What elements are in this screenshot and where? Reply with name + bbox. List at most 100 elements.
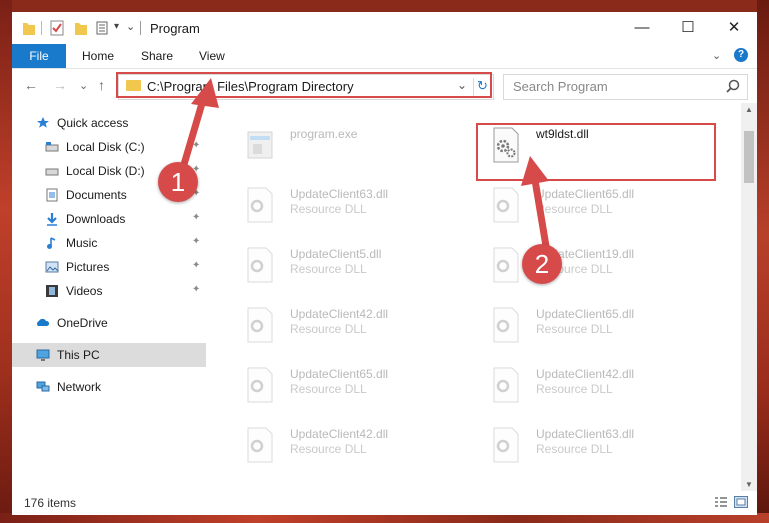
tab-file[interactable]: File bbox=[12, 44, 66, 68]
file-type: Resource DLL bbox=[290, 262, 367, 276]
file-type: Resource DLL bbox=[290, 202, 367, 216]
dll-icon bbox=[493, 367, 519, 403]
maximize-button[interactable]: ☐ bbox=[665, 12, 711, 44]
file-item[interactable]: UpdateClient63.dll Resource DLL bbox=[462, 423, 702, 481]
file-item[interactable]: UpdateClient5.dll Resource DLL bbox=[216, 243, 456, 301]
downloads-icon bbox=[47, 213, 57, 226]
close-button[interactable]: ✕ bbox=[711, 12, 757, 44]
documents-icon bbox=[46, 188, 58, 202]
new-folder-icon[interactable] bbox=[74, 20, 88, 36]
pin-icon[interactable]: ✦ bbox=[192, 284, 200, 295]
scroll-down-icon[interactable]: ▼ bbox=[745, 480, 753, 489]
sidebar-item-label: OneDrive bbox=[57, 316, 108, 330]
dll-icon bbox=[493, 187, 519, 223]
file-item[interactable]: UpdateClient65.dll Resource DLL bbox=[216, 363, 456, 421]
file-type: Resource DLL bbox=[290, 442, 367, 456]
file-item[interactable]: UpdateClient63.dll Resource DLL bbox=[216, 183, 456, 241]
file-highlight-box bbox=[476, 123, 716, 181]
help-icon[interactable]: ? bbox=[734, 48, 748, 62]
sidebar-item-pictures[interactable]: Pictures ✦ bbox=[12, 255, 206, 279]
expand-ribbon-icon[interactable]: ⌄ bbox=[712, 49, 721, 62]
search-icon[interactable] bbox=[725, 79, 741, 95]
cloud-icon bbox=[37, 318, 50, 326]
desktop-background-left bbox=[0, 0, 12, 523]
recent-locations-icon[interactable]: ⌄ bbox=[79, 79, 88, 92]
tab-view[interactable]: View bbox=[199, 44, 225, 68]
sidebar-item-label: Quick access bbox=[57, 116, 129, 130]
search-input[interactable]: Search Program bbox=[513, 79, 608, 94]
file-name: UpdateClient63.dll bbox=[536, 427, 635, 441]
file-name: UpdateClient42.dll bbox=[536, 367, 635, 381]
customize-qa-icon[interactable] bbox=[96, 20, 112, 36]
dll-icon bbox=[493, 427, 519, 463]
file-name: UpdateClient65.dll bbox=[536, 307, 635, 321]
sidebar-item-music[interactable]: Music ✦ bbox=[12, 231, 206, 255]
file-item[interactable]: UpdateClient42.dll Resource DLL bbox=[216, 423, 456, 481]
folder-icon[interactable] bbox=[22, 20, 36, 36]
qa-menu-icon[interactable]: ⌄ bbox=[126, 20, 135, 33]
dll-icon bbox=[247, 427, 273, 463]
search-box[interactable]: Search Program bbox=[503, 74, 748, 100]
sidebar-item-local-disk-c[interactable]: Local Disk (C:) ✦ bbox=[12, 135, 206, 159]
pin-icon[interactable]: ✦ bbox=[192, 140, 200, 151]
file-name: program.exe bbox=[290, 127, 358, 141]
title-bar: ▾ ⌄ Program — ☐ ✕ bbox=[12, 12, 757, 44]
file-name: UpdateClient5.dll bbox=[290, 247, 382, 261]
sidebar-item-onedrive[interactable]: OneDrive bbox=[12, 311, 206, 335]
pin-icon[interactable]: ✦ bbox=[192, 212, 200, 223]
sidebar-item-quick-access[interactable]: Quick access bbox=[12, 111, 206, 135]
dll-icon bbox=[247, 187, 273, 223]
file-type: Resource DLL bbox=[536, 322, 613, 336]
network-icon bbox=[36, 381, 50, 392]
scroll-up-icon[interactable]: ▲ bbox=[745, 105, 753, 114]
dll-icon bbox=[247, 307, 273, 343]
vertical-scrollbar[interactable]: ▲ ▼ bbox=[741, 103, 757, 491]
pin-icon[interactable]: ✦ bbox=[192, 260, 200, 271]
tab-share[interactable]: Share bbox=[141, 44, 173, 68]
status-bar: 176 items bbox=[12, 491, 757, 515]
file-item[interactable]: UpdateClient42.dll Resource DLL bbox=[462, 363, 702, 421]
dll-icon bbox=[493, 247, 519, 283]
file-type: Resource DLL bbox=[290, 382, 367, 396]
file-item-program-exe[interactable]: program.exe bbox=[216, 123, 456, 181]
file-list: program.exe wt9ldst.dll UpdateClient63.d… bbox=[206, 103, 741, 491]
file-explorer-window: ▾ ⌄ Program — ☐ ✕ File Home Share View ⌄… bbox=[12, 12, 757, 515]
sidebar-item-label: Music bbox=[66, 236, 98, 250]
sidebar-item-this-pc[interactable]: This PC bbox=[12, 343, 206, 367]
sidebar-item-label: Documents bbox=[66, 188, 127, 202]
scroll-thumb[interactable] bbox=[744, 131, 754, 183]
file-name: UpdateClient65.dll bbox=[536, 187, 635, 201]
up-arrow-icon[interactable]: ↑ bbox=[98, 77, 105, 93]
back-arrow-icon[interactable]: ← bbox=[24, 77, 38, 93]
file-item[interactable]: UpdateClient19.dll Resource DLL bbox=[462, 243, 702, 301]
sidebar-item-downloads[interactable]: Downloads ✦ bbox=[12, 207, 206, 231]
file-item[interactable]: UpdateClient65.dll Resource DLL bbox=[462, 303, 702, 361]
forward-arrow-icon[interactable]: → bbox=[53, 77, 67, 93]
sidebar-item-label: Network bbox=[57, 380, 102, 394]
pin-icon[interactable]: ✦ bbox=[192, 236, 200, 247]
minimize-button[interactable]: — bbox=[619, 12, 665, 44]
file-type: Resource DLL bbox=[536, 442, 613, 456]
title-separator bbox=[140, 21, 141, 35]
large-icons-view-icon[interactable] bbox=[734, 496, 748, 508]
file-item[interactable]: UpdateClient42.dll Resource DLL bbox=[216, 303, 456, 361]
file-type: Resource DLL bbox=[536, 382, 613, 396]
sidebar-item-videos[interactable]: Videos ✦ bbox=[12, 279, 206, 303]
dll-icon bbox=[247, 247, 273, 283]
navigation-bar: ← → ⌄ ↑ C:\Program Files\Program Directo… bbox=[12, 69, 757, 103]
qa-divider bbox=[41, 21, 42, 35]
address-highlight-box bbox=[116, 72, 492, 98]
file-name: UpdateClient42.dll bbox=[290, 307, 389, 321]
sidebar-item-label: Videos bbox=[66, 284, 103, 298]
details-view-icon[interactable] bbox=[714, 496, 728, 508]
drive-icon bbox=[45, 142, 59, 152]
file-type: Resource DLL bbox=[290, 322, 367, 336]
tab-home[interactable]: Home bbox=[82, 44, 114, 68]
videos-icon bbox=[46, 285, 58, 297]
exe-icon bbox=[247, 131, 273, 159]
dll-icon bbox=[493, 307, 519, 343]
file-item[interactable]: UpdateClient65.dll Resource DLL bbox=[462, 183, 702, 241]
properties-icon[interactable] bbox=[50, 20, 64, 36]
qa-dropdown-icon[interactable]: ▾ bbox=[114, 21, 119, 32]
sidebar-item-network[interactable]: Network bbox=[12, 375, 206, 399]
